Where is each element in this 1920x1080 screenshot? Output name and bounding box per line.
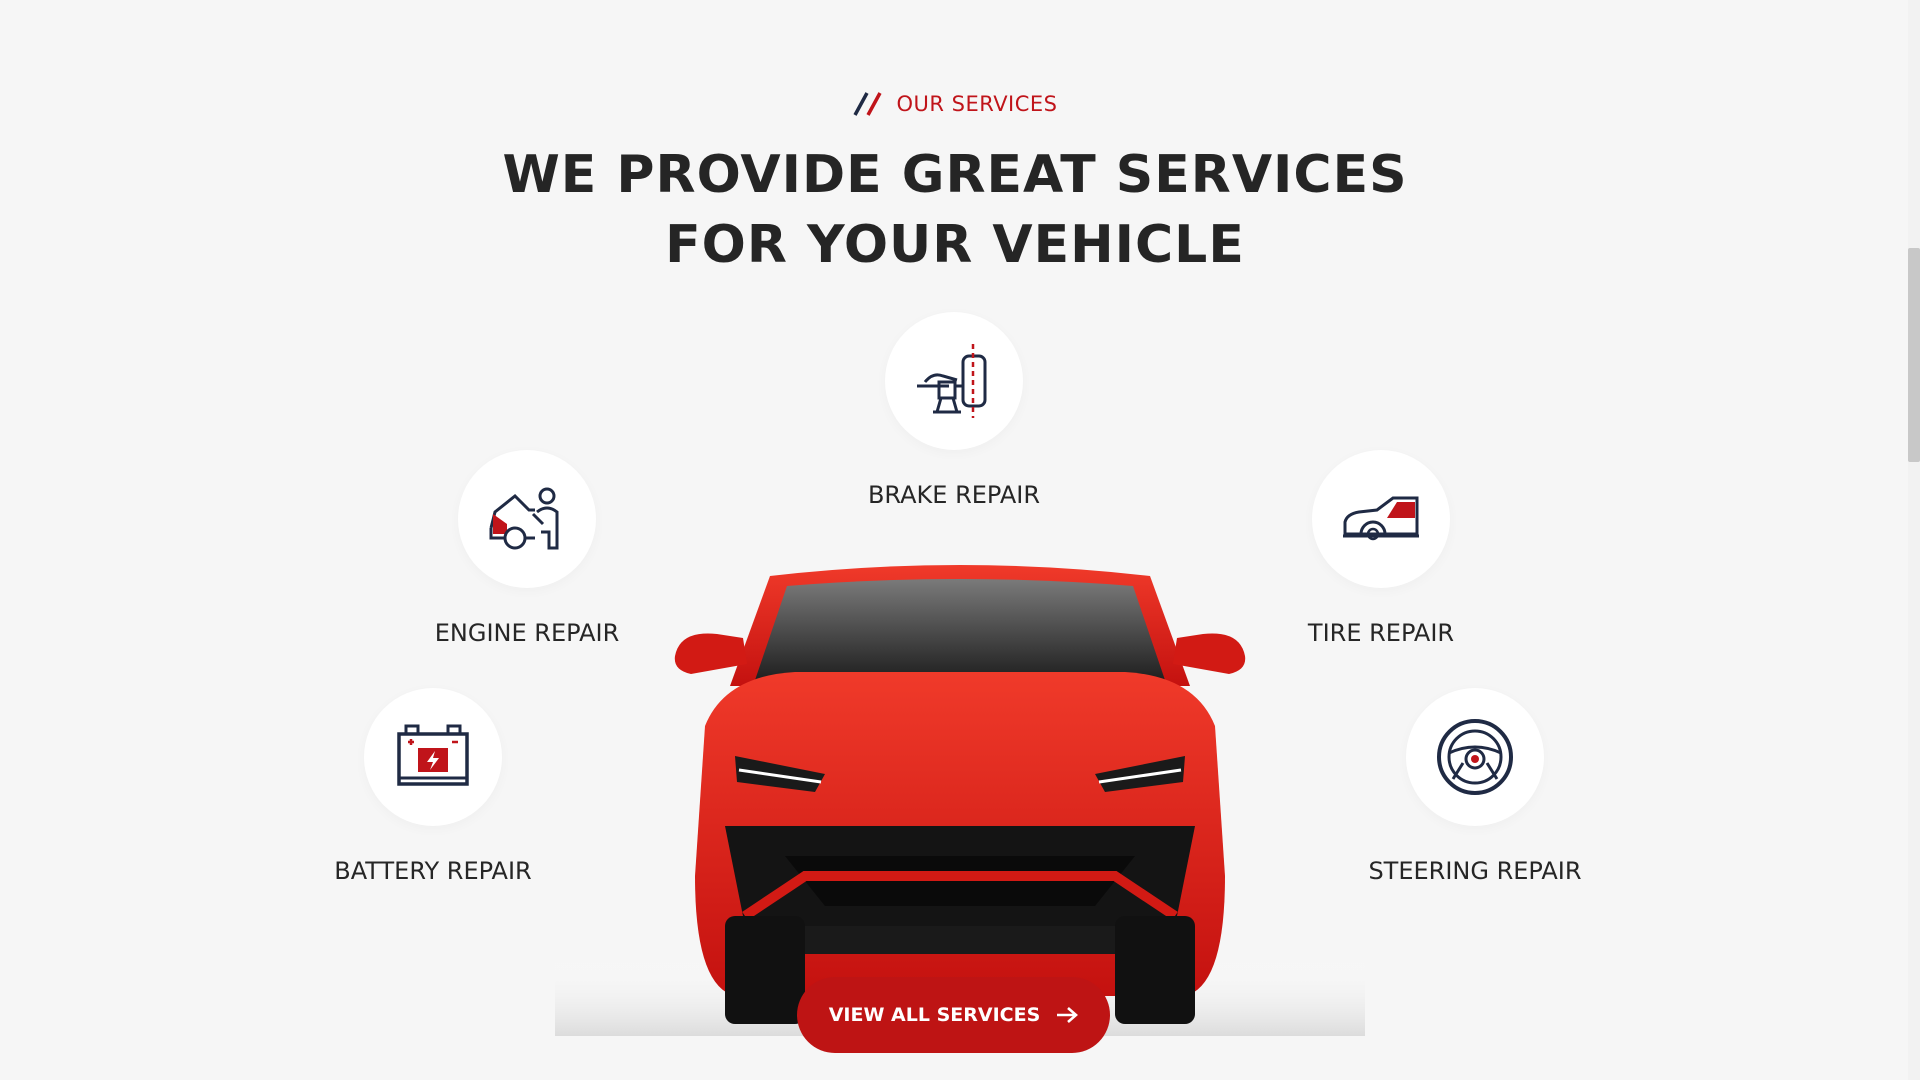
brake-repair-icon-circle[interactable] — [885, 312, 1023, 450]
section-title-line-1: WE PROVIDE GREAT SERVICES — [502, 145, 1408, 205]
engine-mechanic-icon — [489, 487, 559, 550]
brake-repair-label[interactable]: BRAKE REPAIR — [794, 481, 1114, 509]
eyebrow-text: OUR SERVICES — [896, 92, 1058, 116]
battery-repair-label[interactable]: BATTERY REPAIR — [273, 857, 593, 885]
steering-wheel-icon — [1437, 719, 1513, 795]
battery-repair-icon-circle[interactable] — [364, 688, 502, 826]
services-page: OUR SERVICES WE PROVIDE GREAT SERVICES F… — [0, 0, 1920, 1080]
section-title-line-2: FOR YOUR VEHICLE — [665, 215, 1245, 275]
scrollbar-thumb[interactable] — [1908, 248, 1920, 462]
double-slash-icon — [853, 92, 883, 116]
view-all-services-label: VIEW ALL SERVICES — [828, 1004, 1041, 1026]
car-image — [555, 565, 1365, 1036]
car-tire-icon — [1343, 496, 1419, 541]
view-all-services-button[interactable]: VIEW ALL SERVICES — [797, 977, 1110, 1053]
arrow-right-icon — [1057, 1007, 1079, 1023]
brake-icon — [917, 344, 987, 418]
steering-repair-icon-circle[interactable] — [1406, 688, 1544, 826]
section-title: WE PROVIDE GREAT SERVICES FOR YOUR VEHIC… — [0, 140, 1910, 280]
section-eyebrow: OUR SERVICES — [0, 89, 1910, 119]
battery-icon — [397, 724, 469, 786]
